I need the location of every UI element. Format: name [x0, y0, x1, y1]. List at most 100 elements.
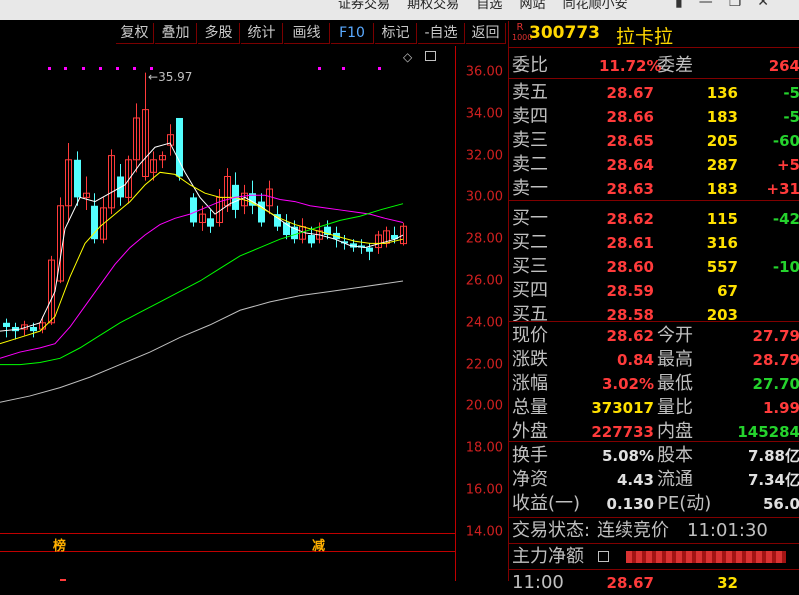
event-marker-dot: [318, 67, 321, 70]
high-price-label: ←35.97: [148, 70, 193, 84]
bid-label: 买四: [512, 280, 548, 301]
stat-value: 27.79: [752, 327, 799, 345]
tick-time: 11:00: [512, 572, 564, 593]
stat-value: 0.84: [616, 351, 654, 369]
settings-diamond-icon[interactable]: ◇: [403, 50, 412, 64]
stock-code[interactable]: 300773: [529, 23, 600, 43]
stat-label: 总量: [512, 397, 548, 418]
statistics-button[interactable]: 统计: [241, 23, 283, 44]
price-axis-label: 30.00: [465, 189, 503, 205]
finance-label: PE(动): [657, 493, 712, 514]
row-separator: [509, 441, 799, 442]
menu-options[interactable]: 期权交易: [407, 0, 459, 12]
tick-row[interactable]: 11:00 28.67 32: [509, 571, 799, 595]
ratio-row[interactable]: 委比 11.72% 委差 264: [509, 54, 799, 78]
price-axis-label: 18.00: [465, 440, 503, 456]
kline-svg[interactable]: [0, 46, 456, 581]
finance-row[interactable]: 收益(一) 0.130 PE(动) 56.0: [509, 492, 799, 516]
menu-trade[interactable]: 证券交易: [338, 0, 390, 12]
stock-name[interactable]: 拉卡拉: [616, 22, 673, 49]
ask-row-1[interactable]: 卖一 28.63 183 +31: [509, 177, 799, 201]
high-arrow-icon: ←: [148, 70, 159, 84]
finance-row[interactable]: 换手 5.08% 股本 7.88亿: [509, 444, 799, 468]
panel-toggle-icon[interactable]: [425, 51, 436, 61]
row-separator: [509, 517, 799, 518]
adjust-button[interactable]: 复权: [116, 23, 154, 44]
menu-website[interactable]: 网站: [519, 0, 545, 12]
finance-value: 7.34亿: [747, 471, 799, 489]
diff-value: 264: [768, 57, 799, 75]
price-axis: 36.00 34.00 32.00 30.00 28.00 26.00 24.00 22.00…: [456, 46, 507, 581]
top-menu-bar: 证券交易 期权交易 自选 网站 同花顺小安 ▮—❐✕: [0, 0, 799, 20]
minimize-icon[interactable]: —: [699, 0, 729, 10]
r-badge: R 1000: [512, 22, 533, 43]
stat-value: 28.79: [752, 351, 799, 369]
bid-label: 买二: [512, 232, 548, 253]
event-marker-dot: [48, 67, 51, 70]
ask-price: 28.64: [606, 156, 654, 174]
trade-status-time: 11:01:30: [687, 520, 768, 541]
bid-row-1[interactable]: 买一 28.62 115 -42: [509, 207, 799, 231]
price-axis-label: 20.00: [465, 398, 503, 414]
stat-value: 373017: [591, 399, 654, 417]
overlay-button[interactable]: 叠加: [155, 23, 197, 44]
bid-row-4[interactable]: 买四 28.59 67: [509, 279, 799, 303]
finance-row[interactable]: 净资 4.43 流通 7.34亿: [509, 468, 799, 492]
trade-status-row[interactable]: 交易状态: 连续竞价 11:01:30: [509, 519, 799, 543]
menu-assistant[interactable]: 同花顺小安: [563, 0, 628, 12]
stat-value: 3.02%: [601, 375, 654, 393]
bid-change: -42: [772, 210, 799, 228]
restore-icon[interactable]: ❐: [729, 0, 758, 10]
ratio-label: 委比: [512, 55, 548, 76]
f10-button[interactable]: F10: [331, 23, 374, 44]
close-icon[interactable]: ✕: [757, 0, 785, 10]
ask-volume: 183: [706, 180, 738, 198]
price-axis-label: 34.00: [465, 106, 503, 122]
back-button[interactable]: 返回: [466, 23, 506, 44]
finance-value: 0.130: [606, 495, 654, 513]
ask-row-4[interactable]: 卖四 28.66 183 -5: [509, 105, 799, 129]
event-marker-dot: [64, 67, 67, 70]
pin-icon[interactable]: ▮: [675, 0, 699, 10]
stat-label: 今开: [657, 325, 693, 346]
event-tag-jian[interactable]: 减: [312, 535, 325, 554]
ask-row-5[interactable]: 卖五 28.67 136 -5: [509, 81, 799, 105]
draw-line-button[interactable]: 画线: [284, 23, 330, 44]
candle-down: [207, 218, 214, 227]
main-flow-row[interactable]: 主力净额: [509, 545, 799, 569]
finance-label: 收益(一): [512, 493, 581, 514]
remove-watch-button[interactable]: -自选: [418, 23, 465, 44]
bid-label: 买三: [512, 256, 548, 277]
candle-down: [74, 159, 81, 198]
ma120-line: [0, 280, 404, 403]
ask-change: -5: [783, 108, 799, 126]
menu-watchlist[interactable]: 自选: [476, 0, 502, 12]
ask-price: 28.63: [606, 180, 654, 198]
event-marker-dot: [378, 67, 381, 70]
bid-row-2[interactable]: 买二 28.61 316: [509, 231, 799, 255]
stat-row[interactable]: 现价 28.62 今开 27.79: [509, 324, 799, 348]
row-separator: [509, 47, 799, 48]
ask-row-3[interactable]: 卖三 28.65 205 -60: [509, 129, 799, 153]
stat-label: 最高: [657, 349, 693, 370]
ask-change: +31: [766, 180, 799, 198]
bid-change: -10: [772, 258, 799, 276]
ask-row-2[interactable]: 卖二 28.64 287 +5: [509, 153, 799, 177]
event-tag-bang[interactable]: 榜: [53, 535, 66, 554]
ask-volume: 205: [706, 132, 738, 150]
bid-row-3[interactable]: 买三 28.60 557 -10: [509, 255, 799, 279]
stat-row[interactable]: 涨幅 3.02% 最低 27.70: [509, 372, 799, 396]
main-flow-label: 主力净额: [512, 546, 584, 567]
ask-label: 卖四: [512, 106, 548, 127]
stat-row[interactable]: 涨跌 0.84 最高 28.79: [509, 348, 799, 372]
row-separator: [509, 543, 799, 544]
list-icon[interactable]: [598, 551, 609, 562]
kline-chart[interactable]: 36.00 34.00 32.00 30.00 28.00 26.00 24.00 22.00…: [0, 46, 507, 581]
event-marker-dot: [342, 67, 345, 70]
trade-status-value: 连续竞价: [597, 520, 669, 541]
multi-stock-button[interactable]: 多股: [198, 23, 240, 44]
mark-button[interactable]: 标记: [375, 23, 417, 44]
stat-row[interactable]: 总量 373017 量比 1.99: [509, 396, 799, 420]
bid-price: 28.59: [606, 282, 654, 300]
stock-header: R 1000 300773 拉卡拉: [509, 21, 799, 49]
